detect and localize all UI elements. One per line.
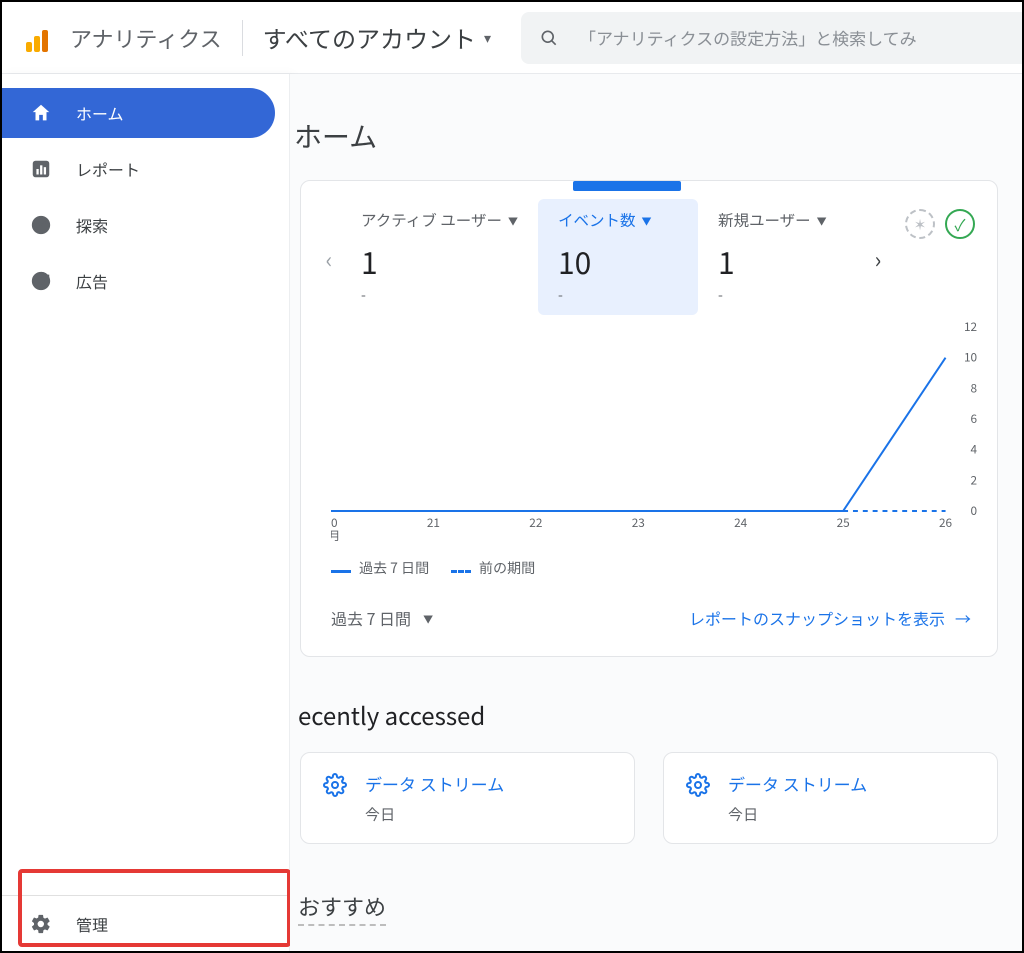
chevron-down-icon: ▾ — [484, 28, 491, 48]
search-icon — [539, 28, 559, 48]
legend-previous: 前の期間 — [451, 558, 535, 578]
recently-accessed-title: ecently accessed — [298, 697, 1022, 732]
metric-value: 1 — [718, 239, 838, 283]
metric-label: アクティブ ユーザー — [361, 209, 502, 231]
svg-text:8: 8 — [971, 379, 978, 396]
search-input[interactable]: 「アナリティクスの設定方法」と検索してみ — [521, 12, 1022, 64]
sidebar-item-explore[interactable]: 探索 — [2, 200, 275, 250]
explore-icon — [30, 214, 52, 236]
svg-text:4: 4 — [971, 441, 978, 458]
svg-text:22: 22 — [529, 514, 542, 531]
page-title: ホーム — [294, 116, 1022, 156]
overview-card: ‹ アクティブ ユーザー ▼ 1 - イベント数 ▼ 10 - 新規ユーザー ▼ 1 — [300, 180, 998, 657]
metric-delta: - — [361, 285, 518, 305]
chevron-down-icon: ▼ — [508, 213, 518, 228]
svg-text:10: 10 — [964, 349, 977, 366]
sidebar-item-label: 管理 — [76, 912, 108, 936]
main-content: ホーム ‹ アクティブ ユーザー▼ 1 - イベント数▼ 10 - — [290, 74, 1022, 951]
sidebar-item-ads[interactable]: 広告 — [2, 256, 275, 306]
sidebar-item-label: 探索 — [76, 213, 108, 237]
date-range-label: 過去 7 日間 — [331, 606, 411, 630]
recent-card[interactable]: データ ストリーム 今日 — [300, 752, 635, 844]
account-selector-label: すべてのアカウント — [263, 20, 476, 55]
app-name: アナリティクス — [70, 22, 222, 54]
metric-events[interactable]: イベント数 ▼ 10 - — [538, 199, 698, 315]
search-placeholder: 「アナリティクスの設定方法」と検索してみ — [579, 25, 917, 50]
legend-current: 過去 7 日間 — [331, 558, 429, 578]
metric-delta: - — [718, 285, 838, 305]
metric-new-users[interactable]: 新規ユーザー ▼ 1 - — [698, 203, 858, 315]
metric-next-button[interactable]: › — [866, 247, 890, 271]
sidebar-item-label: ホーム — [76, 101, 124, 125]
home-icon — [30, 102, 52, 124]
svg-text:25: 25 — [837, 514, 850, 531]
insight-badge-icon[interactable]: ✶ — [905, 209, 935, 239]
svg-text:26: 26 — [939, 514, 952, 531]
recommendations-title: おすすめ — [298, 890, 386, 926]
metric-value: 1 — [361, 239, 518, 283]
view-snapshot-link[interactable]: レポートのスナップショットを表示 → — [689, 606, 971, 630]
sidebar-item-reports[interactable]: レポート — [2, 144, 275, 194]
recent-card-subtitle: 今日 — [728, 804, 867, 825]
recent-card-title: データ ストリーム — [365, 771, 504, 796]
svg-text:6: 6 — [971, 410, 978, 427]
chart-legend: 過去 7 日間 前の期間 — [301, 550, 997, 584]
svg-text:9月: 9月 — [331, 527, 340, 541]
sidebar-item-home[interactable]: ホーム — [2, 88, 275, 138]
metric-active-users[interactable]: アクティブ ユーザー ▼ 1 - — [341, 203, 538, 315]
recent-card[interactable]: データ ストリーム 今日 — [663, 752, 998, 844]
svg-text:2: 2 — [971, 471, 978, 488]
metric-value: 10 — [558, 239, 678, 283]
metric-label: 新規ユーザー — [718, 209, 811, 231]
sidebar-item-admin[interactable]: 管理 — [2, 895, 289, 951]
svg-text:0: 0 — [971, 502, 978, 519]
metric-delta: - — [558, 285, 678, 305]
gear-icon — [30, 913, 52, 935]
chevron-down-icon: ▼ — [641, 213, 651, 228]
svg-text:12: 12 — [964, 321, 977, 335]
svg-text:24: 24 — [734, 514, 747, 531]
ads-icon — [30, 270, 52, 292]
arrow-right-icon: → — [955, 606, 971, 630]
reports-icon — [30, 158, 52, 180]
metric-label: イベント数 — [558, 209, 636, 231]
link-label: レポートのスナップショットを表示 — [689, 606, 945, 630]
sidebar: ホーム レポート 探索 広告 管 — [2, 74, 290, 951]
chevron-down-icon: ▼ — [423, 611, 433, 626]
recent-card-subtitle: 今日 — [365, 804, 504, 825]
gear-icon — [686, 773, 710, 797]
recent-card-title: データ ストリーム — [728, 771, 867, 796]
date-range-picker[interactable]: 過去 7 日間 ▼ — [331, 606, 433, 630]
svg-text:21: 21 — [427, 514, 440, 531]
chevron-down-icon: ▼ — [817, 213, 827, 228]
line-chart: 024681012202122232425269月 — [301, 315, 997, 550]
account-selector[interactable]: すべてのアカウント ▾ — [263, 20, 491, 55]
svg-text:23: 23 — [632, 514, 645, 531]
sidebar-item-label: レポート — [76, 157, 140, 181]
gear-icon — [323, 773, 347, 797]
status-ok-icon[interactable]: ✓ — [945, 209, 975, 239]
metric-prev-button[interactable]: ‹ — [317, 247, 341, 271]
analytics-logo — [26, 24, 54, 52]
sidebar-item-label: 広告 — [76, 269, 108, 293]
